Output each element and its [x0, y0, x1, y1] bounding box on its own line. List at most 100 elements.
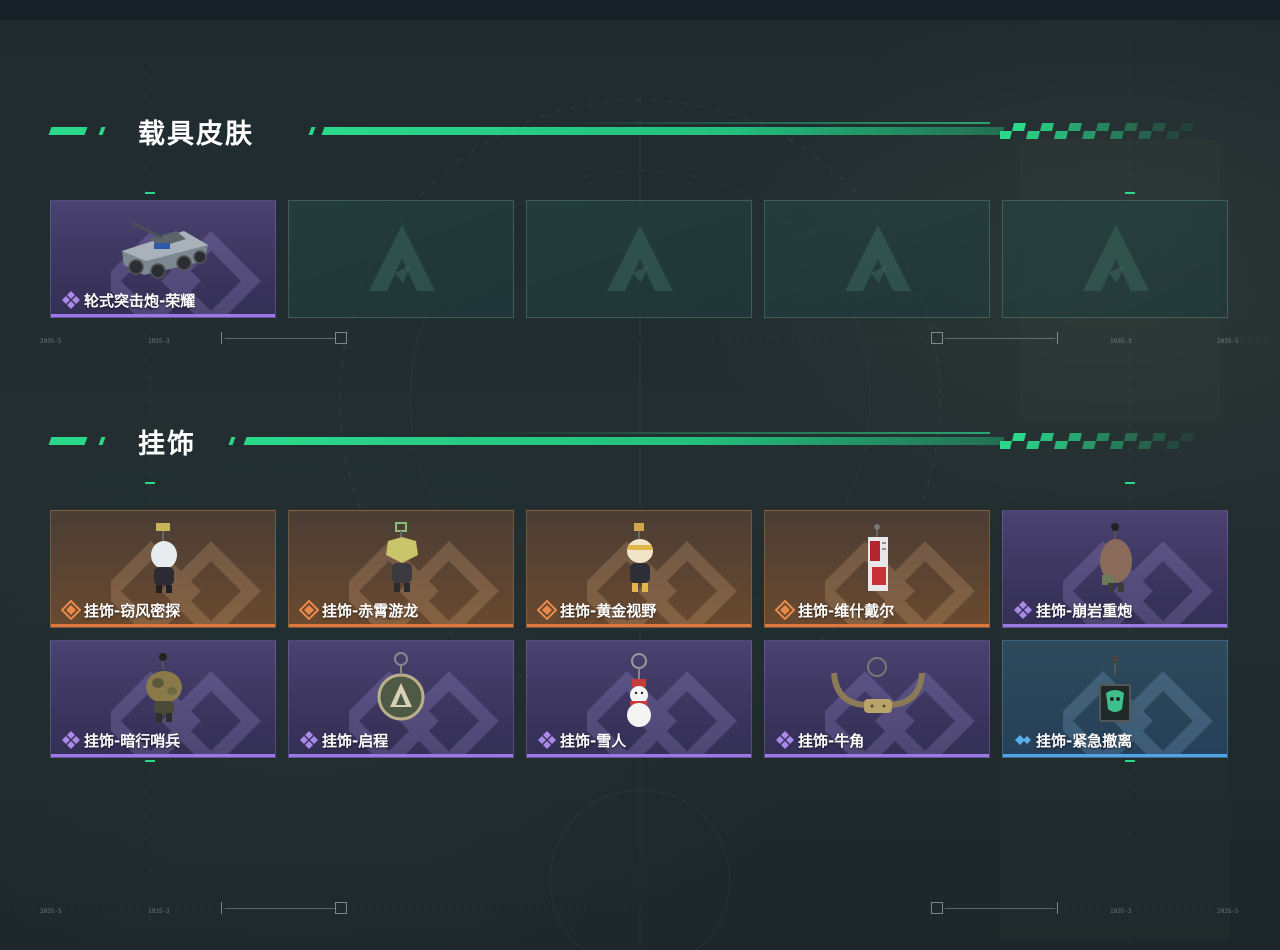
- purple-rarity-icon: [300, 731, 318, 749]
- separator-square: [335, 902, 347, 914]
- placeholder-logo-icon: [845, 225, 911, 291]
- charm-card[interactable]: 挂饰-暗行哨兵: [50, 640, 276, 758]
- item-label: 挂饰-崩岩重炮: [1013, 599, 1132, 621]
- separator-square: [931, 902, 943, 914]
- item-label: 轮式突击炮-荣耀: [61, 289, 195, 311]
- rarity-stripe: [765, 624, 989, 627]
- watermark-mark: 2035-5: [40, 338, 62, 345]
- watermark-mark: 1935-3: [1110, 908, 1132, 915]
- item-name: 挂饰-启程: [322, 731, 389, 750]
- separator-line: [945, 338, 1055, 339]
- armored-vehicle-icon: [122, 221, 208, 279]
- item-name: 挂饰-黄金视野: [560, 601, 657, 620]
- item-label: 挂饰-牛角: [775, 729, 864, 751]
- rarity-stripe: [1003, 754, 1227, 757]
- orange-rarity-icon: [61, 600, 81, 620]
- charm-card[interactable]: 挂饰-牛角: [764, 640, 990, 758]
- orange-rarity-icon: [537, 600, 557, 620]
- header-dash: [48, 437, 88, 445]
- charm-card[interactable]: 挂饰-启程: [288, 640, 514, 758]
- item-label: 挂饰-窃风密探: [61, 599, 180, 621]
- header-bar: [321, 127, 1005, 135]
- charm-green-tag-icon: [1099, 655, 1131, 722]
- charm-card[interactable]: 挂饰-黄金视野: [526, 510, 752, 628]
- rarity-stripe: [51, 624, 275, 627]
- watermark-mark: 1935-3: [148, 908, 170, 915]
- separator-tick: [1057, 332, 1058, 344]
- blue-rarity-icon: [1015, 735, 1031, 745]
- rarity-stripe: [765, 754, 989, 757]
- item-label: 挂饰-启程: [299, 729, 388, 751]
- item-name: 挂饰-紧急撤离: [1036, 731, 1133, 750]
- top-bar: [0, 0, 1280, 20]
- rarity-stripe: [527, 754, 751, 757]
- checker-pattern: [1000, 433, 1194, 449]
- header-dash: [98, 437, 106, 445]
- header-bar: [243, 437, 1005, 445]
- rarity-stripe: [51, 314, 275, 317]
- empty-slot: [1002, 200, 1228, 318]
- checker-pattern: [1000, 123, 1194, 139]
- vehicle-skin-card[interactable]: 轮式突击炮-荣耀: [50, 200, 276, 318]
- separator-line: [225, 338, 335, 339]
- header-tick: [308, 127, 316, 135]
- purple-rarity-icon: [776, 731, 794, 749]
- charm-medallion-icon: [377, 652, 425, 721]
- item-name: 轮式突击炮-荣耀: [84, 291, 196, 310]
- separator-tick: [1057, 902, 1058, 914]
- item-name: 挂饰-赤霄游龙: [322, 601, 419, 620]
- charm-camo-figure-icon: [146, 653, 182, 722]
- watermark-mark: 1935-3: [1110, 338, 1132, 345]
- placeholder-logo-icon: [607, 225, 673, 291]
- charm-horns-icon: [831, 657, 925, 713]
- corner-marker: [1125, 760, 1135, 762]
- empty-slot: [288, 200, 514, 318]
- item-name: 挂饰-牛角: [798, 731, 865, 750]
- rarity-stripe: [1003, 624, 1227, 627]
- charm-card[interactable]: 挂饰-维什戴尔: [764, 510, 990, 628]
- watermark-mark: 1935-3: [148, 338, 170, 345]
- header-thin-line: [470, 432, 990, 434]
- rarity-stripe: [289, 624, 513, 627]
- item-label: 挂饰-维什戴尔: [775, 599, 894, 621]
- charm-card-tag-icon: [868, 524, 888, 591]
- header-tick: [228, 437, 236, 445]
- item-label: 挂饰-黄金视野: [537, 599, 656, 621]
- background-grid: [0, 40, 1280, 950]
- item-label: 挂饰-赤霄游龙: [299, 599, 418, 621]
- item-name: 挂饰-暗行哨兵: [84, 731, 181, 750]
- section-title: 载具皮肤: [138, 119, 254, 150]
- header-dash: [48, 127, 88, 135]
- purple-rarity-icon: [538, 731, 556, 749]
- charm-card[interactable]: 挂饰-雪人: [526, 640, 752, 758]
- item-name: 挂饰-窃风密探: [84, 601, 181, 620]
- item-name: 挂饰-雪人: [560, 731, 627, 750]
- purple-rarity-icon: [62, 291, 80, 309]
- rarity-stripe: [527, 624, 751, 627]
- purple-rarity-icon: [1014, 601, 1032, 619]
- section-header-charms: 挂饰: [48, 426, 1200, 460]
- charm-card[interactable]: 挂饰-紧急撤离: [1002, 640, 1228, 758]
- charm-card[interactable]: 挂饰-赤霄游龙: [288, 510, 514, 628]
- placeholder-logo-icon: [369, 225, 435, 291]
- placeholder-logo-icon: [1083, 225, 1149, 291]
- separator-square: [335, 332, 347, 344]
- item-label: 挂饰-雪人: [537, 729, 626, 751]
- separator-square: [931, 332, 943, 344]
- charm-dragon-figure-icon: [386, 522, 418, 592]
- charm-card[interactable]: 挂饰-窃风密探: [50, 510, 276, 628]
- charm-card[interactable]: 挂饰-崩岩重炮: [1002, 510, 1228, 628]
- corner-marker: [1125, 482, 1135, 484]
- rarity-stripe: [289, 754, 513, 757]
- watermark-mark: 2035-5: [40, 908, 62, 915]
- header-dash: [98, 127, 106, 135]
- empty-slot: [526, 200, 752, 318]
- item-label: 挂饰-紧急撤离: [1013, 729, 1132, 751]
- item-name: 挂饰-崩岩重炮: [1036, 601, 1133, 620]
- corner-marker: [145, 192, 155, 194]
- separator-line: [945, 908, 1055, 909]
- watermark-mark: 2035-5: [1217, 338, 1239, 345]
- corner-marker: [145, 482, 155, 484]
- watermark-mark: 2035-5: [1217, 908, 1239, 915]
- purple-rarity-icon: [62, 731, 80, 749]
